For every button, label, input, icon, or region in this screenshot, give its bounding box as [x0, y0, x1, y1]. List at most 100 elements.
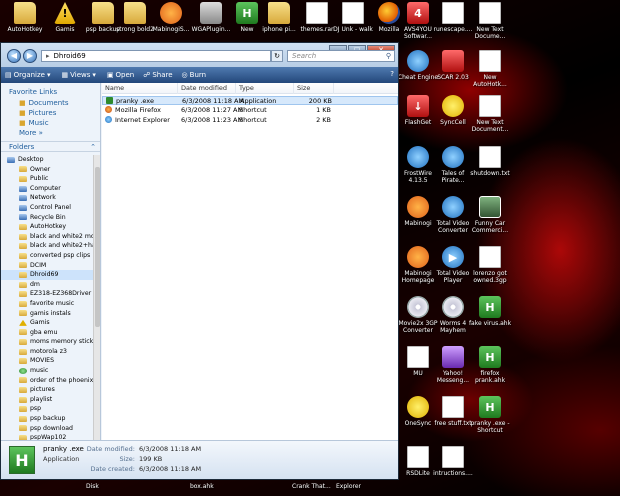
tree-item[interactable]: order of the phoenix [1, 376, 93, 386]
tree-item[interactable]: favorite music [1, 299, 93, 309]
folder-icon: ▸ [46, 52, 50, 60]
desktop-icon[interactable]: lorenzo got owned.3gp [467, 246, 513, 284]
file-name-cell: Mozilla Firefox [105, 106, 177, 115]
file-row[interactable]: pranky .exe 6/3/2008 11:18 AM Application 2… [102, 96, 398, 105]
desktop-icon[interactable]: New Text Docume... [467, 2, 513, 40]
tree-item[interactable]: Gamis [1, 318, 93, 328]
tree-item[interactable]: psp [1, 404, 93, 414]
tree-item[interactable]: black and white2+hacks [1, 241, 93, 251]
tree-item[interactable]: pspWap102 [1, 433, 93, 440]
folders-header[interactable]: Folders ⌃ [1, 141, 100, 152]
details-file-type: Application [43, 455, 80, 463]
tree-item[interactable]: EZ318-EZ368Driver [1, 289, 93, 299]
folder-icon [19, 271, 27, 278]
tree-item[interactable]: Public [1, 174, 93, 184]
folder-icon [19, 223, 27, 230]
desktop-icon[interactable]: Hfirefox prank.ahk [467, 346, 513, 384]
burn-button[interactable]: ◎ Burn [182, 71, 207, 79]
blue-icon [407, 50, 429, 72]
system-folder-icon [19, 214, 27, 221]
column-headers: Name Date modified Type Size [102, 83, 398, 94]
desktop-icon-label[interactable]: Crank That... [292, 483, 331, 490]
views-button[interactable]: ▦ Views ▾ [62, 71, 98, 79]
forward-button[interactable]: ▶ [23, 49, 37, 63]
scrollbar-thumb[interactable] [95, 167, 100, 327]
folder-icon [19, 415, 27, 422]
favorite-link-pictures[interactable]: ■ Pictures [19, 109, 100, 117]
refresh-icon: ↻ [274, 52, 280, 60]
file-row[interactable]: Internet Explorer 6/3/2008 11:23 AM Shortc… [102, 116, 398, 125]
file-row[interactable]: Mozilla Firefox 6/3/2008 11:27 AM Shortcut… [102, 106, 398, 115]
address-bar[interactable]: ▸ Dhroid69 [41, 50, 271, 62]
folder-icon [19, 300, 27, 307]
tree-item[interactable]: pictures [1, 385, 93, 395]
tree-item[interactable]: black and white2 mods [1, 232, 93, 242]
file-list-pane: Name Date modified Type Size pranky .exe 6/3… [102, 83, 398, 440]
open-button[interactable]: ▣ Open [107, 71, 134, 79]
desktop-icon-label: New AutoHotk... [473, 74, 507, 88]
search-input[interactable]: Search ⚲ [287, 50, 395, 62]
tree-item[interactable]: AutoHotkey [1, 222, 93, 232]
desktop-icon[interactable]: Hfake virus.ahk [467, 296, 513, 327]
refresh-button[interactable]: ↻ [271, 50, 283, 62]
title-bar: – □ ✕ ◀ ▶ ▸Dhroid69 ↻ Search ⚲ ▤Organize… [1, 43, 398, 83]
folder-icon [19, 281, 27, 288]
address-text: Dhroid69 [53, 52, 86, 60]
tree-item[interactable]: playlist [1, 395, 93, 405]
date-created-label: Date created: [90, 465, 135, 473]
tree-item[interactable]: moms memory stick ba [1, 337, 93, 347]
tree-item[interactable]: gamis instals [1, 309, 93, 319]
desktop-icon[interactable]: New Text Document... [467, 95, 513, 133]
tree-item[interactable]: motorola z3 [1, 347, 93, 357]
tree-item[interactable]: dm [1, 280, 93, 290]
column-header-date-modified[interactable]: Date modified [178, 83, 236, 94]
tree-item[interactable]: music [1, 366, 93, 376]
search-icon: ⚲ [385, 52, 391, 60]
doc-icon [479, 2, 501, 24]
tree-item[interactable]: gba emu [1, 328, 93, 338]
favorite-link-documents[interactable]: ■ Documents [19, 99, 100, 107]
desktop-icon[interactable]: New AutoHotk... [467, 50, 513, 88]
folder-icon [268, 2, 290, 24]
back-button[interactable]: ◀ [7, 49, 21, 63]
tree-item[interactable]: converted psp clips [1, 251, 93, 261]
tree-item[interactable]: Owner [1, 165, 93, 175]
tree-item[interactable]: Network [1, 193, 93, 203]
desktop-icon[interactable]: intructions.... [430, 446, 476, 477]
desktop-icon-label[interactable]: Explorer [336, 483, 361, 490]
more-link[interactable]: More » [19, 129, 100, 137]
system-folder-icon [19, 185, 27, 192]
blue-icon [442, 146, 464, 168]
desktop-icon-label: firefox prank.ahk [474, 370, 506, 384]
tree-item[interactable]: psp backup [1, 414, 93, 424]
desktop-icon[interactable]: Funny Car Commerci... [467, 196, 513, 234]
column-header-size[interactable]: Size [294, 83, 334, 94]
doc-icon: ♪ [342, 2, 364, 24]
help-icon[interactable]: ? [390, 70, 394, 78]
column-header-type[interactable]: Type [236, 83, 294, 94]
share-button[interactable]: ☍ Share [143, 71, 172, 79]
red-icon: 4 [407, 2, 429, 24]
desktop-icon-label[interactable]: box.ahk [190, 483, 214, 490]
folder-icon [19, 387, 27, 394]
tree-item[interactable]: psp download [1, 424, 93, 434]
desktop-icon[interactable]: Hpranky .exe - Shortcut [467, 396, 513, 434]
tree-item[interactable]: Control Panel [1, 203, 93, 213]
organize-button[interactable]: ▤ Organize ▾ [5, 71, 53, 79]
desktop-icon-label[interactable]: Disk [86, 483, 99, 490]
autohotkey-file-icon: H [9, 446, 35, 474]
tree-item[interactable]: Desktop [1, 155, 93, 165]
column-header-name[interactable]: Name [102, 83, 178, 94]
ahk-icon: H [479, 296, 501, 318]
purple-icon [442, 346, 464, 368]
tree-item[interactable]: Computer [1, 184, 93, 194]
desktop-icon[interactable]: shutdown.txt [467, 146, 513, 177]
file-date-cell: 6/3/2008 11:18 AM [182, 97, 245, 105]
tree-item[interactable]: MOVIES [1, 356, 93, 366]
tree-item[interactable]: Dhroid69 [1, 270, 93, 280]
tree-item[interactable]: Recycle Bin [1, 213, 93, 223]
favorite-link-music[interactable]: ■ Music [19, 119, 100, 127]
tree-scrollbar[interactable] [93, 155, 100, 440]
file-type-cell: Application [240, 97, 277, 105]
tree-item[interactable]: DCIM [1, 261, 93, 271]
